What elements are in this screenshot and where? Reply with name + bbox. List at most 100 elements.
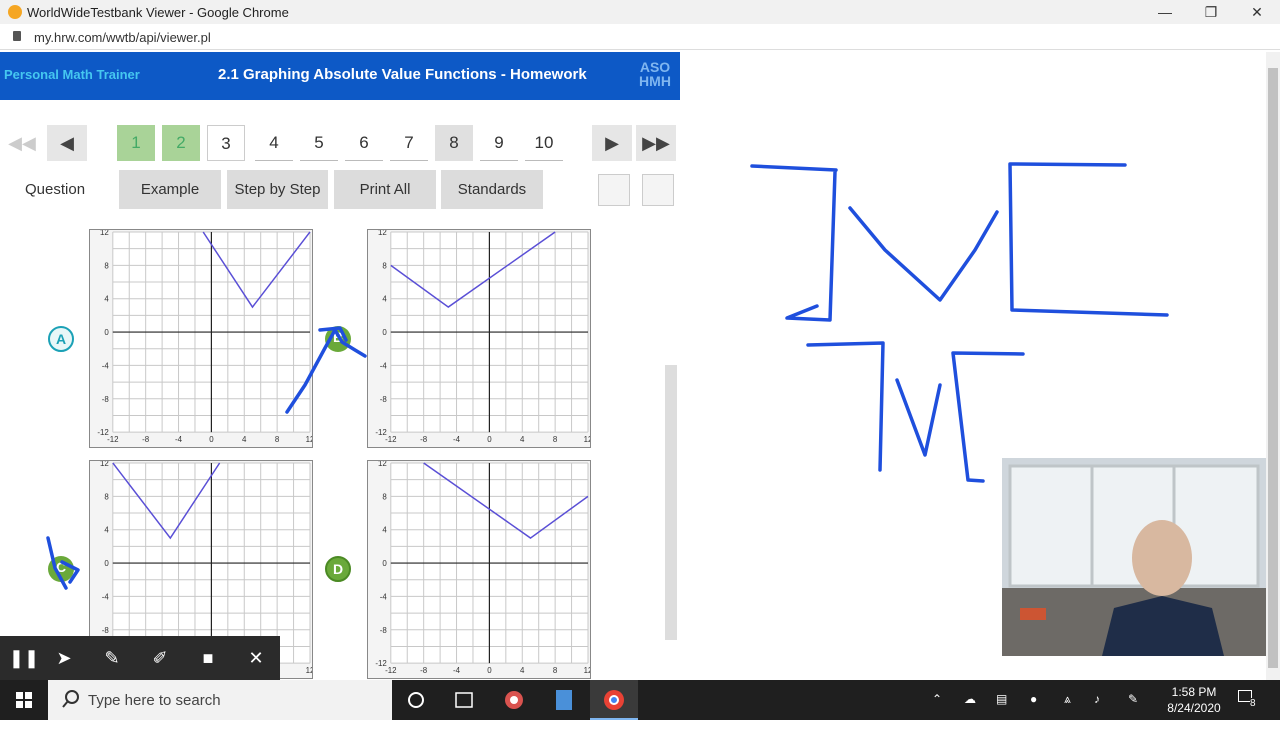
close-recorder-icon[interactable]: ✕ bbox=[232, 636, 280, 680]
notification-icon[interactable]: 8 bbox=[1238, 690, 1262, 710]
tab-question[interactable]: Question bbox=[25, 181, 85, 198]
page-scroll-thumb[interactable] bbox=[1268, 68, 1278, 668]
y-tick-label: -8 bbox=[380, 626, 388, 635]
y-tick-label: 0 bbox=[104, 559, 109, 568]
question-6[interactable]: 6 bbox=[345, 125, 383, 161]
x-tick-label: 4 bbox=[242, 435, 247, 444]
windows-taskbar: Type here to search ⌃ ☁ ▤ ● ⩓ ♪ ✎ 1:58 P… bbox=[0, 680, 1280, 720]
choice-c-button[interactable]: C bbox=[48, 556, 74, 582]
browser-titlebar: WorldWideTestbank Viewer - Google Chrome… bbox=[0, 0, 1280, 24]
close-window-button[interactable]: ✕ bbox=[1234, 2, 1280, 22]
y-tick-label: 0 bbox=[382, 559, 387, 568]
question-9[interactable]: 9 bbox=[480, 125, 518, 161]
question-2[interactable]: 2 bbox=[162, 125, 200, 161]
x-tick-label: 8 bbox=[553, 435, 558, 444]
choice-a-button[interactable]: A bbox=[48, 326, 74, 352]
device-icon[interactable]: ▤ bbox=[996, 692, 1007, 732]
cursor-icon[interactable]: ➤ bbox=[40, 636, 88, 680]
question-3[interactable]: 3 bbox=[207, 125, 245, 161]
lock-icon bbox=[13, 31, 21, 41]
calculator-icon[interactable] bbox=[540, 680, 588, 720]
x-tick-label: 0 bbox=[209, 435, 214, 444]
window-title: WorldWideTestbank Viewer - Google Chrome bbox=[27, 5, 289, 20]
hmh-logo: ASO HMH bbox=[639, 59, 671, 89]
x-tick-label: -4 bbox=[453, 666, 461, 675]
graph-choice-a: -12-8-40481212840-4-8-12 bbox=[89, 229, 313, 448]
tray-chevron-icon[interactable]: ⌃ bbox=[932, 692, 942, 732]
x-tick-label: 0 bbox=[487, 666, 492, 675]
highlighter-icon[interactable]: ✐ bbox=[136, 636, 184, 680]
y-tick-label: -12 bbox=[375, 659, 386, 668]
task-view-icon[interactable] bbox=[440, 680, 488, 720]
tab-standards[interactable]: Standards bbox=[441, 170, 543, 209]
product-name[interactable]: Personal Math Trainer bbox=[4, 67, 140, 82]
tab-step-by-step[interactable]: Step by Step bbox=[227, 170, 328, 209]
graph-choice-d: -12-8-40481212840-4-8-12 bbox=[367, 460, 591, 679]
wifi-icon[interactable]: ⩓ bbox=[1064, 692, 1071, 732]
y-tick-label: 0 bbox=[104, 328, 109, 337]
tab-example[interactable]: Example bbox=[119, 170, 221, 209]
question-scroll-thumb[interactable] bbox=[665, 365, 677, 640]
x-tick-label: 8 bbox=[275, 435, 280, 444]
search-icon bbox=[62, 690, 79, 708]
chrome-taskbar-icon[interactable] bbox=[590, 680, 638, 720]
question-8[interactable]: 8 bbox=[435, 125, 473, 161]
question-5[interactable]: 5 bbox=[300, 125, 338, 161]
y-tick-label: 8 bbox=[382, 492, 387, 501]
taskbar-search[interactable]: Type here to search bbox=[48, 680, 392, 720]
x-tick-label: 4 bbox=[520, 435, 525, 444]
prev-question-button[interactable]: ◀ bbox=[47, 125, 87, 161]
hmh-header: Personal Math Trainer 2.1 Graphing Absol… bbox=[0, 52, 680, 100]
y-tick-label: 12 bbox=[100, 229, 109, 237]
y-tick-label: 12 bbox=[378, 229, 387, 237]
camera-icon[interactable]: ■ bbox=[184, 636, 232, 680]
windows-start-button[interactable] bbox=[0, 680, 48, 720]
recorder-toolbar: ❚❚ ➤ ✎ ✐ ■ ✕ bbox=[0, 636, 280, 680]
book-icon[interactable] bbox=[598, 174, 630, 206]
question-7[interactable]: 7 bbox=[390, 125, 428, 161]
minimize-button[interactable]: — bbox=[1142, 2, 1188, 22]
cortana-icon[interactable] bbox=[392, 680, 440, 720]
tab-print-all[interactable]: Print All bbox=[334, 170, 436, 209]
pen-icon[interactable]: ✎ bbox=[88, 636, 136, 680]
y-tick-label: -8 bbox=[380, 395, 388, 404]
screencast-app-icon[interactable] bbox=[490, 680, 538, 720]
taskbar-clock[interactable]: 1:58 PM 8/24/2020 bbox=[1158, 684, 1230, 716]
x-tick-label: -8 bbox=[142, 435, 150, 444]
question-1[interactable]: 1 bbox=[117, 125, 155, 161]
y-tick-label: 4 bbox=[382, 295, 387, 304]
y-tick-label: -4 bbox=[102, 361, 110, 370]
question-4[interactable]: 4 bbox=[255, 125, 293, 161]
print-icon[interactable] bbox=[642, 174, 674, 206]
url-text[interactable]: my.hrw.com/wwtb/api/viewer.pl bbox=[34, 30, 211, 45]
address-bar[interactable]: my.hrw.com/wwtb/api/viewer.pl bbox=[0, 24, 1280, 50]
x-tick-label: -8 bbox=[420, 666, 428, 675]
choice-d-button[interactable]: D bbox=[325, 556, 351, 582]
x-tick-label: -8 bbox=[420, 435, 428, 444]
y-tick-label: 12 bbox=[378, 460, 387, 468]
onedrive-icon[interactable]: ☁ bbox=[964, 692, 976, 732]
y-tick-label: -4 bbox=[380, 361, 388, 370]
pen-workspace-icon[interactable]: ✎ bbox=[1128, 692, 1138, 732]
question-10[interactable]: 10 bbox=[525, 125, 563, 161]
x-tick-label: -4 bbox=[175, 435, 183, 444]
x-tick-label: 12 bbox=[584, 435, 591, 444]
x-tick-label: 4 bbox=[520, 666, 525, 675]
y-tick-label: 4 bbox=[382, 526, 387, 535]
x-tick-label: 8 bbox=[553, 666, 558, 675]
next-question-button[interactable]: ▶ bbox=[592, 125, 632, 161]
page-scrollbar[interactable] bbox=[1266, 52, 1280, 680]
last-question-button[interactable]: ▶▶ bbox=[636, 125, 676, 161]
y-tick-label: 4 bbox=[104, 526, 109, 535]
microphone-icon[interactable]: ● bbox=[1030, 692, 1037, 732]
first-question-button[interactable]: ◀◀ bbox=[2, 125, 42, 161]
y-tick-label: 4 bbox=[104, 295, 109, 304]
y-tick-label: 8 bbox=[104, 492, 109, 501]
restore-button[interactable]: ❐ bbox=[1188, 2, 1234, 22]
volume-icon[interactable]: ♪ bbox=[1094, 692, 1100, 732]
x-tick-label: -4 bbox=[453, 435, 461, 444]
y-tick-label: -4 bbox=[102, 592, 110, 601]
choice-b-button[interactable]: B bbox=[325, 326, 351, 352]
x-tick-label: 12 bbox=[306, 666, 313, 675]
clock-date: 8/24/2020 bbox=[1167, 701, 1221, 715]
